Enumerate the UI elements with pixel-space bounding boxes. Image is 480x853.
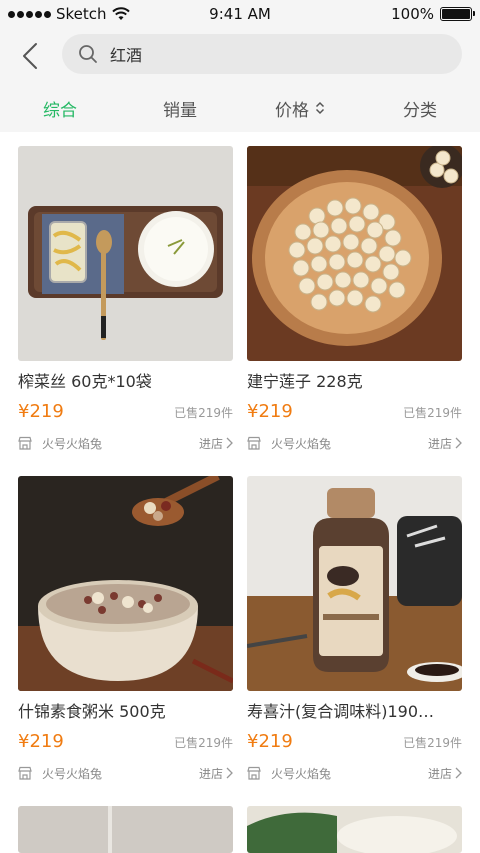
tab-price[interactable]: 价格 — [240, 84, 360, 132]
tab-category[interactable]: 分类 — [360, 84, 480, 132]
search-input[interactable] — [110, 44, 430, 64]
search-icon — [79, 45, 97, 63]
product-image-sukiyaki-sauce[interactable] — [247, 476, 462, 691]
chevron-right-icon — [455, 767, 462, 779]
tab-comprehensive[interactable]: 综合 — [0, 84, 120, 132]
product-card[interactable] — [18, 806, 233, 853]
product-price: ¥219 — [247, 731, 293, 752]
product-image-partial[interactable] — [18, 806, 233, 853]
enter-shop-link[interactable]: 进店 — [428, 765, 462, 782]
product-image-partial[interactable] — [247, 806, 462, 853]
nav-header — [0, 28, 480, 84]
shop-name: 火号火焰兔 — [271, 766, 332, 781]
store-icon — [18, 766, 32, 780]
product-card[interactable]: 建宁莲子 228克 ¥219 已售219件 火号火焰兔 进店 — [247, 146, 462, 453]
tab-label: 价格 — [275, 100, 309, 121]
battery-icon — [440, 7, 475, 21]
enter-label: 进店 — [427, 436, 452, 451]
enter-shop-link[interactable]: 进店 — [199, 435, 233, 452]
enter-label: 进店 — [198, 436, 223, 451]
product-card[interactable]: 什锦素食粥米 500克 ¥219 已售219件 火号火焰兔 进店 — [18, 476, 233, 783]
shop-name: 火号火焰兔 — [42, 766, 103, 781]
chevron-right-icon — [226, 437, 233, 449]
product-card[interactable]: 榨菜丝 60克*10袋 ¥219 已售219件 火号火焰兔 进店 — [18, 146, 233, 453]
product-image-lotus-seeds[interactable] — [247, 146, 462, 361]
enter-shop-link[interactable]: 进店 — [199, 765, 233, 782]
product-price: ¥219 — [247, 401, 293, 422]
product-price: ¥219 — [18, 401, 64, 422]
enter-label: 进店 — [427, 766, 452, 781]
product-name: 榨菜丝 60克*10袋 — [18, 372, 152, 391]
filter-tabs: 综合 销量 价格 分类 — [0, 84, 480, 132]
tab-label: 销量 — [163, 100, 197, 121]
product-name: 建宁莲子 228克 — [247, 372, 363, 391]
tab-label: 综合 — [43, 100, 77, 121]
sold-count: 已售219件 — [403, 736, 462, 750]
battery-percent: 100% — [391, 5, 434, 23]
sort-icon — [315, 101, 325, 115]
product-card[interactable] — [247, 806, 462, 853]
product-name: 寿喜汁(复合调味料)190… — [247, 702, 435, 721]
tab-label: 分类 — [403, 100, 437, 121]
product-name: 什锦素食粥米 500克 — [18, 702, 166, 721]
chevron-left-icon — [23, 43, 37, 69]
chevron-right-icon — [226, 767, 233, 779]
sold-count: 已售219件 — [403, 406, 462, 420]
shop-name: 火号火焰兔 — [42, 436, 103, 451]
sold-count: 已售219件 — [174, 406, 233, 420]
back-button[interactable] — [18, 40, 42, 72]
store-icon — [18, 436, 32, 450]
enter-label: 进店 — [198, 766, 223, 781]
battery-area: 100% — [391, 5, 475, 23]
sold-count: 已售219件 — [174, 736, 233, 750]
search-box[interactable] — [62, 34, 462, 74]
enter-shop-link[interactable]: 进店 — [428, 435, 462, 452]
product-price: ¥219 — [18, 731, 64, 752]
store-icon — [247, 436, 261, 450]
status-bar: Sketch 9:41 AM 100% — [0, 0, 480, 28]
store-icon — [247, 766, 261, 780]
chevron-right-icon — [455, 437, 462, 449]
product-image-congee[interactable] — [18, 476, 233, 691]
product-image-pickled-mustard[interactable] — [18, 146, 233, 361]
tab-sales[interactable]: 销量 — [120, 84, 240, 132]
product-card[interactable]: 寿喜汁(复合调味料)190… ¥219 已售219件 火号火焰兔 进店 — [247, 476, 462, 783]
shop-name: 火号火焰兔 — [271, 436, 332, 451]
